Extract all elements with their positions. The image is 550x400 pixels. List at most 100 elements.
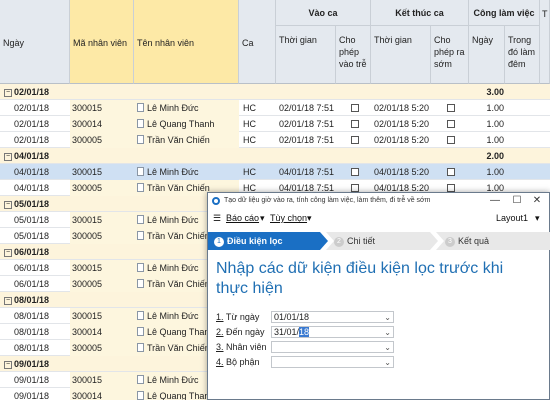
- work-days-cell: 1.00: [486, 135, 504, 145]
- dialog-menubar: ☰ Báo cáo ▾ Tùy chọn ▾ Layout1 ▾: [208, 210, 549, 228]
- allow-early-checkbox[interactable]: [447, 120, 455, 128]
- employee-name-label: Lê Quang Thanh: [147, 119, 215, 129]
- col-header-in-time[interactable]: Thời gian: [276, 26, 336, 84]
- allow-late-checkbox[interactable]: [351, 168, 359, 176]
- group-date-cell: −05/01/18: [4, 196, 124, 212]
- allow-early-checkbox[interactable]: [447, 104, 455, 112]
- out-time-cell: 02/01/18 5:20 F: [374, 135, 431, 145]
- employee-code-cell: 300015: [70, 260, 136, 276]
- collapse-group-icon[interactable]: −: [4, 152, 12, 161]
- group-row[interactable]: −04/01/18 2.00: [0, 148, 550, 164]
- group-date-cell: −08/01/18: [4, 292, 124, 308]
- employee-name-label: Lê Minh Đức: [147, 311, 199, 321]
- to-date-input[interactable]: 31/01/18 ⌄: [271, 326, 394, 338]
- employee-dropdown-icon[interactable]: ⌄: [384, 342, 391, 353]
- allow-early-checkbox[interactable]: [447, 136, 455, 144]
- group-date-label: 04/01/18: [14, 151, 50, 161]
- collapse-group-icon[interactable]: −: [4, 360, 12, 369]
- dialog-titlebar[interactable]: Tạo dữ liệu giờ vào ra, tính công làm vi…: [208, 193, 549, 210]
- in-time-cell: 02/01/18 7:51 A: [279, 119, 336, 129]
- collapse-group-icon[interactable]: −: [4, 88, 12, 97]
- hamburger-menu-icon[interactable]: ☰: [213, 213, 221, 224]
- allow-late-checkbox[interactable]: [351, 120, 359, 128]
- col-header-allow-late[interactable]: Cho phép vào trễ: [336, 26, 371, 84]
- col-header-employee-code[interactable]: Mã nhân viên: [70, 0, 134, 84]
- work-days-cell: 1.00: [486, 167, 504, 177]
- shift-cell: HC: [243, 119, 256, 129]
- options-dropdown-icon: ▾: [307, 213, 312, 223]
- allow-early-checkbox[interactable]: [447, 184, 455, 192]
- work-days-cell: 1.00: [486, 103, 504, 113]
- out-time-cell: 02/01/18 5:20 F: [374, 119, 431, 129]
- employee-code-cell: 300015: [70, 100, 136, 116]
- date-cell: 08/01/18: [14, 327, 50, 337]
- employee-code-cell: 300014: [70, 324, 136, 340]
- to-date-dropdown-icon[interactable]: ⌄: [384, 327, 391, 338]
- app-icon: [212, 197, 220, 205]
- allow-early-checkbox[interactable]: [447, 168, 455, 176]
- department-dropdown-icon[interactable]: ⌄: [384, 357, 391, 368]
- employee-code-cell: 300014: [70, 116, 136, 132]
- employee-code-cell: 300015: [70, 308, 136, 324]
- document-icon: [137, 167, 144, 176]
- col-header-shift[interactable]: Ca: [239, 0, 276, 84]
- group-date-label: 06/01/18: [14, 247, 50, 257]
- filter-dialog[interactable]: Tạo dữ liệu giờ vào ra, tính công làm vi…: [207, 192, 550, 400]
- in-time-cell: 02/01/18 7:51 A: [279, 135, 336, 145]
- col-header-employee-name[interactable]: Tên nhân viên: [134, 0, 239, 84]
- layout-selector[interactable]: Layout1: [496, 213, 528, 223]
- wizard-steps: 1 Điều kiện lọc 2 Chi tiết 3 Kết quả: [208, 232, 550, 250]
- maximize-button[interactable]: ☐: [507, 194, 527, 208]
- menu-options[interactable]: Tùy chọn: [270, 213, 307, 223]
- employee-name-label: Lê Minh Đức: [147, 167, 199, 177]
- col-header-days[interactable]: Ngày: [469, 26, 505, 84]
- layout-dropdown-icon[interactable]: ▾: [535, 213, 540, 224]
- document-icon: [137, 183, 144, 192]
- step-results[interactable]: 3 Kết quả: [441, 232, 489, 250]
- col-header-night[interactable]: Trong đó làm đêm: [505, 26, 540, 84]
- from-date-dropdown-icon[interactable]: ⌄: [384, 312, 391, 323]
- col-header-extra[interactable]: T: [540, 0, 550, 84]
- col-header-allow-early[interactable]: Cho phép ra sớm: [431, 26, 469, 84]
- allow-late-checkbox[interactable]: [351, 104, 359, 112]
- menu-report[interactable]: Báo cáo: [226, 213, 259, 223]
- department-select[interactable]: ⌄: [271, 356, 394, 368]
- collapse-group-icon[interactable]: −: [4, 248, 12, 257]
- work-days-cell: 1.00: [486, 119, 504, 129]
- group-date-cell: −02/01/18: [4, 84, 124, 100]
- date-cell: 02/01/18: [14, 119, 50, 129]
- shift-cell: HC: [243, 103, 256, 113]
- employee-name-label: Trần Văn Chiến: [147, 183, 210, 193]
- collapse-group-icon[interactable]: −: [4, 200, 12, 209]
- employee-select[interactable]: ⌄: [271, 341, 394, 353]
- allow-late-checkbox[interactable]: [351, 184, 359, 192]
- col-header-out-time[interactable]: Thời gian: [371, 26, 431, 84]
- table-row[interactable]: 02/01/18 300015 Lê Minh Đức HC 02/01/18 7:51…: [0, 100, 550, 116]
- date-cell: 02/01/18: [14, 103, 50, 113]
- from-date-input[interactable]: 01/01/18 ⌄: [271, 311, 394, 323]
- employee-code-cell: 300014: [70, 388, 136, 400]
- employee-name-cell: Lê Minh Đức: [134, 164, 239, 180]
- step-filter-conditions[interactable]: 1 Điều kiện lọc: [210, 232, 283, 250]
- table-row[interactable]: 02/01/18 300014 Lê Quang Thanh HC 02/01/18 7…: [0, 116, 550, 132]
- menu-separator-icon: ▾: [260, 213, 265, 223]
- employee-code-cell: 300005: [70, 228, 136, 244]
- close-button[interactable]: ✕: [527, 194, 547, 208]
- col-group-work-days: Công làm việc: [469, 0, 540, 26]
- minimize-button[interactable]: —: [485, 194, 505, 208]
- group-row[interactable]: −02/01/18 3.00: [0, 84, 550, 100]
- group-date-label: 08/01/18: [14, 295, 50, 305]
- step-details[interactable]: 2 Chi tiết: [330, 232, 375, 250]
- allow-late-checkbox[interactable]: [351, 136, 359, 144]
- collapse-group-icon[interactable]: −: [4, 296, 12, 305]
- date-cell: 06/01/18: [14, 263, 50, 273]
- date-cell: 09/01/18: [14, 391, 50, 400]
- document-icon: [137, 135, 144, 144]
- document-icon: [137, 231, 144, 240]
- document-icon: [137, 343, 144, 352]
- employee-name-label: Trần Văn Chiến: [147, 135, 210, 145]
- col-header-date[interactable]: Ngày: [0, 0, 70, 84]
- table-row[interactable]: 04/01/18 300015 Lê Minh Đức HC 04/01/18 7:51…: [0, 164, 550, 180]
- document-icon: [137, 215, 144, 224]
- table-row[interactable]: 02/01/18 300005 Trần Văn Chiến HC 02/01/18 7…: [0, 132, 550, 148]
